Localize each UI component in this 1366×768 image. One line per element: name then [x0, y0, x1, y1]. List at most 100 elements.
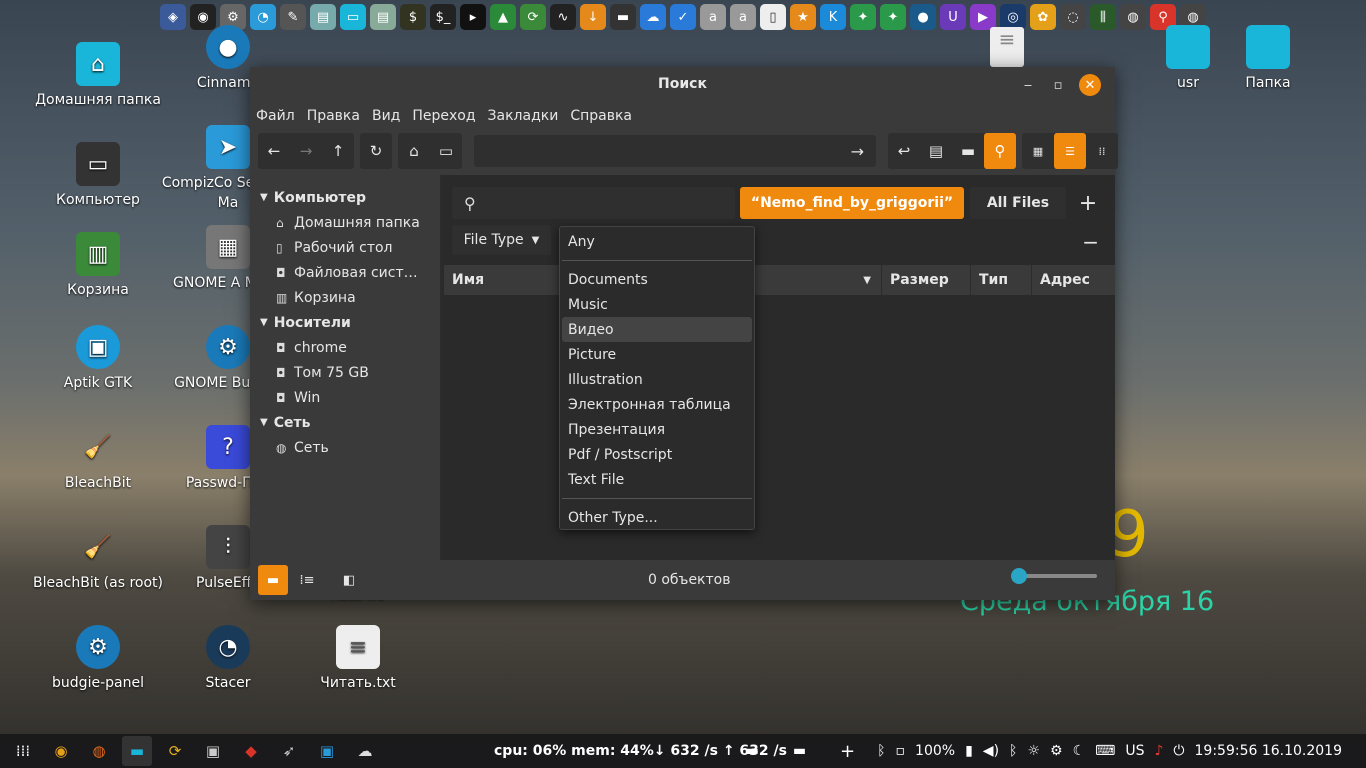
image-icon[interactable]: ▲ — [490, 4, 516, 30]
column-header-location[interactable]: Адрес — [1032, 265, 1115, 295]
keyboard-layout[interactable]: US — [1125, 743, 1144, 759]
wrench2-icon[interactable]: ✦ — [880, 4, 906, 30]
sidebar-item-desktop[interactable]: ▯ Рабочий стол — [250, 235, 440, 260]
menu-bookmarks[interactable]: Закладки — [488, 108, 559, 124]
volume-icon[interactable]: ◀) — [983, 743, 999, 759]
kodi-icon[interactable]: K — [820, 4, 846, 30]
cloud-icon[interactable]: ☁ — [350, 736, 380, 766]
screen-icon[interactable]: ▫ — [896, 743, 906, 759]
maps-icon[interactable]: ◆ — [236, 736, 266, 766]
title-bar[interactable]: Поиск ‒ ▫ ✕ — [250, 67, 1115, 101]
document-icon[interactable]: ≡ — [990, 27, 1024, 67]
power-profile-icon[interactable]: ⚙ — [1050, 743, 1063, 759]
sidebar-item-win[interactable]: ◘ Win — [250, 385, 440, 410]
compact-view-icon[interactable]: ⁞⁞ — [1086, 133, 1118, 169]
power-icon[interactable]: ⏻ — [1173, 743, 1184, 759]
archive-icon[interactable]: ▤ — [310, 4, 336, 30]
file-type-option[interactable]: Picture — [562, 342, 752, 367]
photos-icon[interactable]: ✿ — [1030, 4, 1056, 30]
file-type-option-other[interactable]: Other Type... — [562, 505, 752, 530]
zoom-slider[interactable] — [1011, 568, 1097, 584]
new-folder-icon[interactable]: ▬ — [952, 133, 984, 169]
bluetooth-icon[interactable]: ᛒ — [877, 743, 885, 759]
desktop-icon-home[interactable]: ⌂ Домашняя папка — [23, 42, 173, 110]
menu-file[interactable]: Файл — [256, 108, 295, 124]
sync-icon[interactable]: ⟳ — [160, 736, 190, 766]
desktop-icon-trash[interactable]: ▥ Корзина — [23, 232, 173, 300]
sidebar-item-network[interactable]: ◍ Сеть — [250, 435, 440, 460]
search-input[interactable]: ⚲ — [452, 187, 735, 219]
desktop-icon-bleachbit[interactable]: 🧹 BleachBit — [23, 425, 173, 493]
minimize-button[interactable]: ‒ — [1017, 74, 1039, 96]
reload-icon[interactable]: ↻ — [360, 133, 392, 169]
maximize-button[interactable]: ▫ — [1047, 74, 1069, 96]
desktop-icon-bleachbit-root[interactable]: 🧹 BleachBit (as root) — [23, 525, 173, 593]
apps-menu-icon[interactable]: ⁞⁞⁞ — [8, 736, 38, 766]
desktop-icon-papka[interactable]: Папка — [1193, 25, 1343, 93]
bluetooth2-icon[interactable]: ᛒ — [1009, 743, 1017, 759]
open-parent-icon[interactable]: ↩ — [888, 133, 920, 169]
display-icon[interactable]: ▬ — [610, 4, 636, 30]
menu-edit[interactable]: Правка — [307, 108, 360, 124]
rocket-icon[interactable]: ➶ — [274, 736, 304, 766]
file-type-option[interactable]: Pdf / Postscript — [562, 442, 752, 467]
folder-icon[interactable]: ▬ — [746, 743, 759, 759]
desktop-icon-computer[interactable]: ▭ Компьютер — [23, 142, 173, 210]
cloud-icon[interactable]: ☁ — [640, 4, 666, 30]
screenshot-icon[interactable]: ▣ — [312, 736, 342, 766]
back-icon[interactable]: ← — [258, 133, 290, 169]
computer-icon[interactable]: ▭ — [430, 133, 462, 169]
folder-icon[interactable]: ▭ — [340, 4, 366, 30]
folder2-icon[interactable]: ▬ — [793, 743, 806, 759]
aperture-icon[interactable]: ◌ — [1060, 4, 1086, 30]
sidebar-item-volume[interactable]: ◘ Том 75 GB — [250, 360, 440, 385]
star-icon[interactable]: ★ — [790, 4, 816, 30]
tree-pane-icon[interactable]: ⁞≡ — [292, 565, 322, 595]
desktop-icon-budgie[interactable]: ⚙ budgie-panel — [23, 625, 173, 693]
notification-bell-icon[interactable]: ♪ — [1154, 743, 1163, 759]
search-icon[interactable]: ⚲ — [984, 133, 1016, 169]
list-view-icon[interactable]: ☰ — [1054, 133, 1086, 169]
notes-icon[interactable]: ▤ — [370, 4, 396, 30]
font2-icon[interactable]: a — [730, 4, 756, 30]
sync-icon[interactable]: ⟳ — [520, 4, 546, 30]
file-type-option[interactable]: Text File — [562, 467, 752, 492]
monitor-icon[interactable]: ∿ — [550, 4, 576, 30]
file-type-option-any[interactable]: Any — [562, 229, 752, 254]
desktop-icon-readme[interactable]: ≡ Читать.txt — [283, 625, 433, 693]
home-icon[interactable]: ⌂ — [398, 133, 430, 169]
circle-icon[interactable]: ● — [910, 4, 936, 30]
file-type-select[interactable]: File Type ▼ — [452, 225, 551, 255]
terminal2-icon[interactable]: ▸ — [460, 4, 486, 30]
menu-help[interactable]: Справка — [570, 108, 632, 124]
store-icon[interactable]: ▣ — [198, 736, 228, 766]
icon-view-icon[interactable]: ▦ — [1022, 133, 1054, 169]
add-icon[interactable]: + — [840, 741, 855, 762]
remove-criteria-button[interactable]: − — [1082, 230, 1099, 254]
sidebar-header-computer[interactable]: ▼ Компьютер — [250, 185, 440, 210]
column-header-size[interactable]: Размер — [882, 265, 971, 295]
all-files-button[interactable]: All Files — [970, 187, 1066, 219]
firefox-icon[interactable]: ◍ — [84, 736, 114, 766]
files-icon[interactable]: ▬ — [122, 736, 152, 766]
download-icon[interactable]: ↓ — [580, 4, 606, 30]
chrome-icon[interactable]: ◉ — [46, 736, 76, 766]
file-type-option[interactable]: Music — [562, 292, 752, 317]
close-button[interactable]: ✕ — [1079, 74, 1101, 96]
add-criteria-button[interactable]: + — [1078, 187, 1098, 219]
sidebar-item-chrome[interactable]: ◘ chrome — [250, 335, 440, 360]
terminal-icon[interactable]: $_ — [430, 4, 456, 30]
terminal-icon[interactable]: ▤ — [920, 133, 952, 169]
keyboard-icon[interactable]: ⌨ — [1095, 743, 1115, 759]
money-icon[interactable]: $ — [400, 4, 426, 30]
menu-view[interactable]: Вид — [372, 108, 400, 124]
file-type-option[interactable]: Презентация — [562, 417, 752, 442]
search-location-button[interactable]: “Nemo_find_by_griggorii” — [740, 187, 964, 219]
location-bar[interactable]: → — [474, 135, 876, 167]
menu-go[interactable]: Переход — [412, 108, 475, 124]
clock-datetime[interactable]: 19:59:56 16.10.2019 — [1195, 743, 1343, 759]
zoom-slider-handle[interactable] — [1011, 568, 1027, 584]
sidebar-header-devices[interactable]: ▼ Носители — [250, 310, 440, 335]
file-type-option-highlighted[interactable]: Видео — [562, 317, 752, 342]
toggle-sidebar-icon[interactable]: ◧ — [334, 565, 364, 595]
